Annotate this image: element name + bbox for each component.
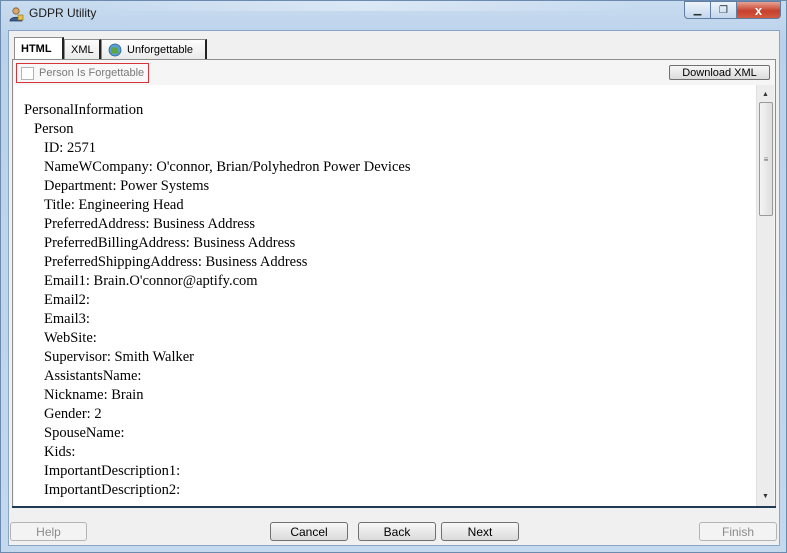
cancel-button[interactable]: Cancel [270,522,348,541]
info-line: PreferredAddress: Business Address [44,216,256,232]
globe-icon [108,43,122,56]
html-tab-panel: Person Is Forgettable Download XML Perso… [12,59,776,507]
info-line: Nickname: Brain [44,387,144,403]
scroll-down-arrow-icon[interactable]: ▼ [757,489,774,504]
info-line: Supervisor: Smith Walker [44,349,194,365]
info-line: Email2: [44,292,90,308]
info-line: Email3: [44,311,90,327]
info-line: PreferredBillingAddress: Business Addres… [44,235,296,251]
info-line: NameWCompany: O'connor, Brian/Polyhedron… [44,159,411,175]
info-line: PersonalInformation [24,102,144,118]
forgettable-checkbox[interactable] [21,66,34,80]
vertical-scrollbar[interactable]: ▲ ≡ ▼ [756,85,774,506]
info-line: PreferredShippingAddress: Business Addre… [44,254,308,270]
tab-html[interactable]: HTML [14,37,64,59]
tab-unforgettable-label: Unforgettable [127,43,194,56]
forgettable-checkbox-group[interactable]: Person Is Forgettable [16,63,150,83]
scroll-thumb[interactable]: ≡ [759,102,773,216]
finish-button[interactable]: Finish [699,522,777,541]
info-line: Person [34,121,74,137]
info-line: Gender: 2 [44,406,102,422]
info-line: Kids: [44,444,76,460]
panel-divider [12,506,776,508]
info-line: SpouseName: [44,425,125,441]
tab-html-label: HTML [21,42,52,55]
title-bar[interactable]: GDPR Utility ▁ ❐ x [1,1,786,28]
close-icon: x [754,2,763,18]
personal-info-view[interactable]: PersonalInformation Person ID: 2571 NameWCo… [14,85,758,506]
info-line: ID: 2571 [44,140,96,156]
window-title: GDPR Utility [29,6,97,20]
tab-xml-label: XML [71,43,94,56]
back-button[interactable]: Back [358,522,436,541]
personal-info-text: PersonalInformation Person ID: 2571 NameWCo… [24,101,410,500]
forgettable-label: Person Is Forgettable [39,67,145,79]
client-area: HTML XML Unforgettable Person Is Forgett… [8,30,780,546]
title-bar-gloss [96,1,636,11]
grip-icon: ≡ [763,154,769,164]
info-line: ImportantDescription1: [44,463,181,479]
minimize-icon: ▁ [693,4,702,16]
minimize-button[interactable]: ▁ [684,1,711,19]
maximize-icon: ❐ [719,4,728,16]
maximize-button[interactable]: ❐ [711,1,737,19]
info-line: AssistantsName: [44,368,142,384]
tab-xml[interactable]: XML [64,39,101,59]
info-line: ImportantDescription2: [44,482,181,498]
download-xml-button[interactable]: Download XML [669,65,770,80]
info-line: Email1: Brain.O'connor@aptify.com [44,273,258,289]
next-button[interactable]: Next [441,522,519,541]
info-line: Title: Engineering Head [44,197,184,213]
gdpr-utility-window: GDPR Utility ▁ ❐ x HTML XML Unforgettabl… [0,0,787,553]
window-controls: ▁ ❐ x [684,1,781,20]
tab-unforgettable[interactable]: Unforgettable [101,39,207,59]
scroll-up-arrow-icon[interactable]: ▲ [757,87,774,102]
help-button[interactable]: Help [10,522,87,541]
info-line: WebSite: [44,330,97,346]
info-line: Department: Power Systems [44,178,210,194]
close-button[interactable]: x [737,1,781,19]
app-user-icon [9,7,24,22]
